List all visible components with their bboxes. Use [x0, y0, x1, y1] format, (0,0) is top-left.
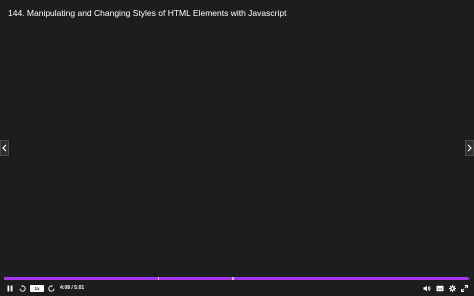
- previous-lecture-button[interactable]: [0, 140, 9, 156]
- chevron-left-icon: [2, 144, 7, 152]
- captions-button[interactable]: [435, 283, 444, 294]
- expand-icon: [460, 285, 468, 292]
- gear-icon: [448, 285, 456, 292]
- next-lecture-button[interactable]: [465, 140, 474, 156]
- playback-speed-button[interactable]: 1x: [30, 285, 44, 292]
- chevron-right-icon: [467, 144, 472, 152]
- lecture-title: 144. Manipulating and Changing Styles of…: [8, 8, 287, 18]
- settings-button[interactable]: [448, 283, 456, 294]
- rewind-5-icon: [19, 285, 26, 292]
- progress-fill: [4, 277, 468, 280]
- captions-icon: [436, 285, 443, 292]
- pause-icon: [7, 285, 13, 292]
- fullscreen-button[interactable]: [460, 283, 468, 294]
- time-display: 4:08 / 5:01: [60, 285, 85, 291]
- forward-button[interactable]: [47, 283, 56, 294]
- forward-5-icon: [48, 285, 55, 292]
- volume-icon: [423, 285, 430, 292]
- progress-marker: [232, 277, 234, 280]
- video-progress-bar[interactable]: [4, 277, 470, 280]
- rewind-button[interactable]: [18, 283, 27, 294]
- pause-button[interactable]: [6, 283, 14, 294]
- volume-button[interactable]: [422, 283, 431, 294]
- progress-marker: [157, 277, 160, 280]
